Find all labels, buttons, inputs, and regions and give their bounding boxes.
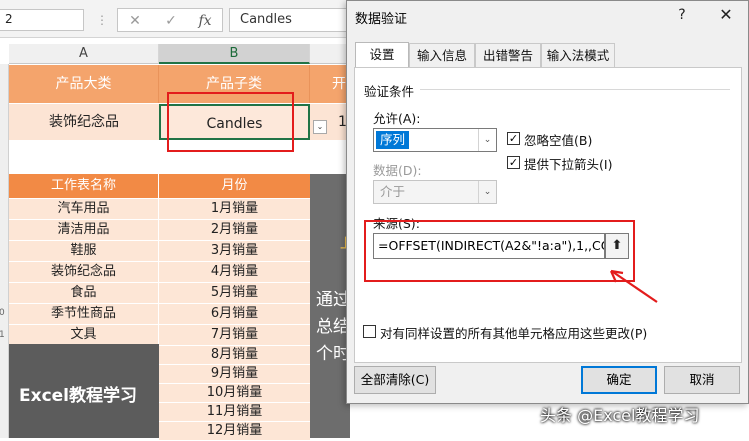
cancel-button[interactable]: 取消 — [664, 366, 740, 394]
data-select: 介于 ⌄ — [373, 180, 497, 204]
info-panel-partial: 」 通过 总结 个时 — [310, 174, 358, 438]
cell-dropdown-arrow-icon[interactable]: ⌄ — [313, 120, 327, 134]
month-cell[interactable]: 6月销量 — [159, 304, 310, 325]
help-icon[interactable]: ? — [672, 5, 692, 25]
sheet-name-cell[interactable]: 装饰纪念品 — [9, 262, 159, 283]
course-title: Excel教程学习 — [19, 386, 138, 406]
header-partial: 开 — [310, 65, 350, 103]
allow-value: 序列 — [376, 131, 410, 149]
dialog-title: 数据验证 — [355, 12, 408, 27]
apply-all-label: 对有同样设置的所有其他单元格应用这些更改(P) — [380, 326, 648, 341]
month-cell[interactable]: 8月销量 — [159, 346, 310, 365]
month-cell[interactable]: 4月销量 — [159, 262, 310, 283]
chevron-down-icon: ⌄ — [478, 181, 496, 203]
month-cell[interactable]: 11月销量 — [159, 403, 310, 422]
header-category: 产品大类 — [9, 65, 159, 103]
in-cell-dropdown-label: 提供下拉箭头(I) — [524, 157, 613, 172]
tab-input-message[interactable]: 输入信息 — [409, 43, 475, 67]
partial-line: 通过 — [316, 290, 350, 310]
annotation-arrow-icon — [609, 269, 658, 303]
column-header-a[interactable]: A — [9, 44, 159, 64]
formula-buttons: ✕ ✓ fx — [117, 8, 223, 32]
tab-ime-mode[interactable]: 输入法模式 — [541, 43, 615, 67]
row-number: 1 — [0, 330, 5, 340]
month-cell[interactable]: 9月销量 — [159, 365, 310, 384]
formula-bar-separator-icon: ⋮ — [96, 13, 108, 27]
close-icon[interactable]: ✕ — [715, 4, 737, 26]
allow-label: 允许(A): — [373, 111, 421, 126]
tab-settings[interactable]: 设置 — [355, 42, 409, 68]
month-cell[interactable]: 1月销量 — [159, 199, 310, 220]
month-cell[interactable]: 10月销量 — [159, 384, 310, 403]
column-header-c[interactable] — [310, 44, 350, 64]
month-cell[interactable]: 7月销量 — [159, 325, 310, 346]
cancel-formula-icon[interactable]: ✕ — [124, 12, 146, 30]
insert-function-icon[interactable]: fx — [194, 12, 216, 30]
allow-select[interactable]: 序列 ⌄ — [373, 128, 497, 152]
ignore-blank-label: 忽略空值(B) — [524, 133, 593, 148]
month-cell[interactable]: 12月销量 — [159, 422, 310, 441]
column-header-b[interactable]: B — [159, 44, 310, 64]
tab-error-alert[interactable]: 出错警告 — [475, 43, 541, 67]
sheet-name-cell[interactable]: 汽车用品 — [9, 199, 159, 220]
sheet-name-cell[interactable]: 季节性商品 — [9, 304, 159, 325]
enter-formula-icon[interactable]: ✓ — [160, 12, 182, 30]
month-cell[interactable]: 5月销量 — [159, 283, 310, 304]
name-box[interactable]: 2 — [0, 9, 84, 31]
highlight-box-source — [364, 220, 635, 282]
chevron-down-icon: ⌄ — [478, 129, 496, 151]
apply-all-checkbox[interactable] — [363, 325, 376, 338]
header-sheet-name: 工作表名称 — [9, 174, 159, 198]
cell-category[interactable]: 装饰纪念品 — [9, 104, 159, 140]
month-cell[interactable]: 3月销量 — [159, 241, 310, 262]
data-label: 数据(D): — [373, 163, 422, 178]
ok-button[interactable]: 确定 — [581, 366, 657, 394]
row-header-strip — [0, 64, 9, 438]
sheet-name-cell[interactable]: 食品 — [9, 283, 159, 304]
formula-input[interactable]: Candles — [229, 8, 359, 32]
clear-all-button[interactable]: 全部清除(C) — [354, 366, 436, 394]
criteria-divider — [420, 89, 730, 90]
data-value: 介于 — [380, 184, 406, 199]
partial-line: 个时 — [316, 344, 350, 364]
sheet-name-cell[interactable]: 文具 — [9, 325, 159, 346]
in-cell-dropdown-checkbox[interactable]: ✓ — [507, 156, 520, 169]
row-number: 0 — [0, 308, 5, 318]
watermark: 头条 @Excel教程学习 — [540, 406, 700, 425]
sheet-name-cell[interactable]: 清洁用品 — [9, 220, 159, 241]
highlight-box-candles — [167, 92, 294, 152]
ignore-blank-checkbox[interactable]: ✓ — [507, 132, 520, 145]
month-cell[interactable]: 2月销量 — [159, 220, 310, 241]
header-month: 月份 — [159, 174, 310, 198]
sheet-name-cell[interactable]: 鞋服 — [9, 241, 159, 262]
partial-line: 总结 — [316, 317, 350, 337]
course-title-panel: Excel教程学习 — [9, 344, 159, 438]
criteria-heading: 验证条件 — [364, 84, 415, 99]
